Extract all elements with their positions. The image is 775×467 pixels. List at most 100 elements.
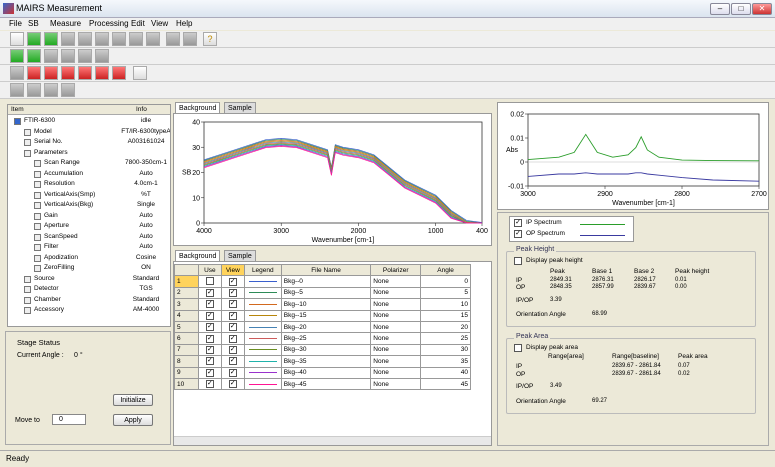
tree-row[interactable]: Accessory AM-4000 bbox=[8, 305, 170, 315]
run-icon[interactable] bbox=[10, 66, 24, 80]
disconnect-icon[interactable] bbox=[10, 83, 24, 97]
help-icon[interactable]: ? bbox=[203, 32, 217, 46]
op-spectrum-icon[interactable] bbox=[44, 66, 58, 80]
use-check[interactable]: ✓ bbox=[205, 311, 214, 320]
view-checkbox[interactable]: ✓ bbox=[220, 286, 245, 300]
tree-row[interactable]: VerticalAxis(Bkg) Single bbox=[8, 200, 170, 210]
view-check[interactable]: ✓ bbox=[228, 277, 237, 286]
export-icon[interactable] bbox=[78, 32, 92, 46]
display-peak-area-checkbox[interactable] bbox=[514, 344, 522, 352]
stop-icon[interactable] bbox=[61, 49, 75, 63]
sample-measure-icon[interactable] bbox=[27, 49, 41, 63]
view-checkbox[interactable]: ✓ bbox=[220, 366, 245, 379]
menu-edit[interactable]: Edit bbox=[131, 19, 145, 28]
report-icon[interactable] bbox=[44, 83, 58, 97]
use-check[interactable]: ✓ bbox=[205, 357, 214, 366]
cursor-icon[interactable] bbox=[133, 66, 147, 80]
monitor-icon[interactable] bbox=[44, 49, 58, 63]
view-checkbox[interactable]: ✓ bbox=[220, 332, 245, 345]
tree-row[interactable]: Chamber Standard bbox=[8, 295, 170, 305]
tree-row[interactable]: VerticalAxis(Smp) %T bbox=[8, 190, 170, 200]
view-checkbox[interactable]: ✓ bbox=[220, 298, 245, 311]
tree-row[interactable]: ScanSpeed Auto bbox=[8, 232, 170, 242]
print-preview-icon[interactable] bbox=[183, 32, 197, 46]
print-icon[interactable] bbox=[166, 32, 180, 46]
tree-row[interactable]: Model FT/IR-6300typeA bbox=[8, 127, 170, 137]
view-check[interactable]: ✓ bbox=[228, 334, 237, 343]
close-button[interactable]: ✕ bbox=[752, 3, 772, 15]
use-check[interactable]: ✓ bbox=[205, 380, 214, 389]
open-icon[interactable] bbox=[27, 32, 41, 46]
initialize-button[interactable]: Initialize bbox=[113, 394, 153, 406]
view-checkbox[interactable]: ✓ bbox=[220, 343, 245, 357]
export-report-icon[interactable] bbox=[61, 83, 75, 97]
tab-table-background[interactable]: Background bbox=[175, 250, 221, 261]
view-checkbox[interactable]: ✓ bbox=[220, 309, 245, 322]
menu-processing[interactable]: Processing bbox=[89, 19, 129, 28]
view-check[interactable]: ✓ bbox=[228, 345, 237, 354]
use-checkbox[interactable]: ✓ bbox=[197, 332, 222, 345]
table-row[interactable]: 8 ✓ ✓ Bkg--35 None 35 bbox=[174, 355, 471, 368]
baseline-icon[interactable] bbox=[61, 66, 75, 80]
use-check[interactable] bbox=[205, 276, 214, 285]
use-check[interactable]: ✓ bbox=[205, 334, 214, 343]
tab-spectrum-sample[interactable]: Sample bbox=[224, 102, 256, 113]
table-row[interactable]: 4 ✓ ✓ Bkg--15 None 15 bbox=[174, 309, 471, 322]
tree-row[interactable]: Gain Auto bbox=[8, 211, 170, 221]
tree-row[interactable]: Filter Auto bbox=[8, 242, 170, 252]
tree-row[interactable]: Serial No. A003161024 bbox=[8, 137, 170, 147]
view-check[interactable]: ✓ bbox=[228, 288, 237, 297]
use-checkbox[interactable]: ✓ bbox=[197, 343, 222, 357]
view-checkbox[interactable]: ✓ bbox=[220, 320, 245, 334]
view-check[interactable]: ✓ bbox=[228, 311, 237, 320]
save-icon[interactable] bbox=[44, 32, 58, 46]
area-icon[interactable] bbox=[95, 66, 109, 80]
use-check[interactable]: ✓ bbox=[205, 345, 214, 354]
view-check[interactable]: ✓ bbox=[228, 357, 237, 366]
use-checkbox[interactable]: ✓ bbox=[197, 366, 222, 379]
use-checkbox[interactable]: ✓ bbox=[197, 355, 222, 368]
use-check[interactable]: ✓ bbox=[205, 300, 214, 309]
background-measure-icon[interactable] bbox=[10, 49, 24, 63]
use-check[interactable]: ✓ bbox=[205, 323, 214, 332]
use-check[interactable]: ✓ bbox=[205, 368, 214, 377]
menu-measure[interactable]: Measure bbox=[50, 19, 81, 28]
table-row[interactable]: 1 ✓ Bkg--0 None 0 bbox=[174, 275, 471, 288]
paste-icon[interactable] bbox=[112, 32, 126, 46]
table-row[interactable]: 3 ✓ ✓ Bkg--10 None 10 bbox=[174, 298, 471, 311]
calc-icon[interactable] bbox=[112, 66, 126, 80]
view-checkbox[interactable]: ✓ bbox=[220, 377, 245, 391]
menu-help[interactable]: Help bbox=[176, 19, 192, 28]
settings-icon[interactable] bbox=[95, 49, 109, 63]
parameters-icon[interactable] bbox=[78, 49, 92, 63]
table-icon[interactable] bbox=[129, 32, 143, 46]
use-checkbox[interactable]: ✓ bbox=[197, 309, 222, 322]
document-icon[interactable] bbox=[27, 83, 41, 97]
view-checkbox[interactable]: ✓ bbox=[220, 275, 245, 288]
tab-spectrum-background[interactable]: Background bbox=[175, 102, 221, 113]
table-row[interactable]: 6 ✓ ✓ Bkg--25 None 25 bbox=[174, 332, 471, 345]
tree-row[interactable]: Accumulation Auto bbox=[8, 169, 170, 179]
maximize-button[interactable]: □ bbox=[731, 3, 751, 15]
tree-row[interactable]: Parameters bbox=[8, 148, 170, 158]
new-icon[interactable] bbox=[10, 32, 24, 46]
view-check[interactable]: ✓ bbox=[228, 368, 237, 377]
save-as-icon[interactable] bbox=[61, 32, 75, 46]
view-checkbox[interactable]: ✓ bbox=[220, 355, 245, 368]
tree-row[interactable]: Apodization Cosine bbox=[8, 253, 170, 263]
apply-button[interactable]: Apply bbox=[113, 414, 153, 426]
tree-row[interactable]: FTIR-6300 idle bbox=[8, 116, 170, 126]
table-row[interactable]: 10 ✓ ✓ Bkg--45 None 45 bbox=[174, 377, 471, 391]
menu-sb[interactable]: SB bbox=[28, 19, 39, 28]
minimize-button[interactable]: – bbox=[710, 3, 730, 15]
table-row[interactable]: 5 ✓ ✓ Bkg--20 None 20 bbox=[174, 320, 471, 334]
use-checkbox[interactable]: ✓ bbox=[197, 377, 222, 391]
tree-row[interactable]: ZeroFilling ON bbox=[8, 263, 170, 273]
menu-view[interactable]: View bbox=[151, 19, 168, 28]
tab-table-sample[interactable]: Sample bbox=[224, 250, 256, 261]
ip-spectrum-icon[interactable] bbox=[27, 66, 41, 80]
table-scrollbar[interactable] bbox=[174, 436, 491, 445]
copy-icon[interactable] bbox=[95, 32, 109, 46]
use-checkbox[interactable] bbox=[197, 275, 222, 288]
use-checkbox[interactable]: ✓ bbox=[197, 320, 222, 334]
